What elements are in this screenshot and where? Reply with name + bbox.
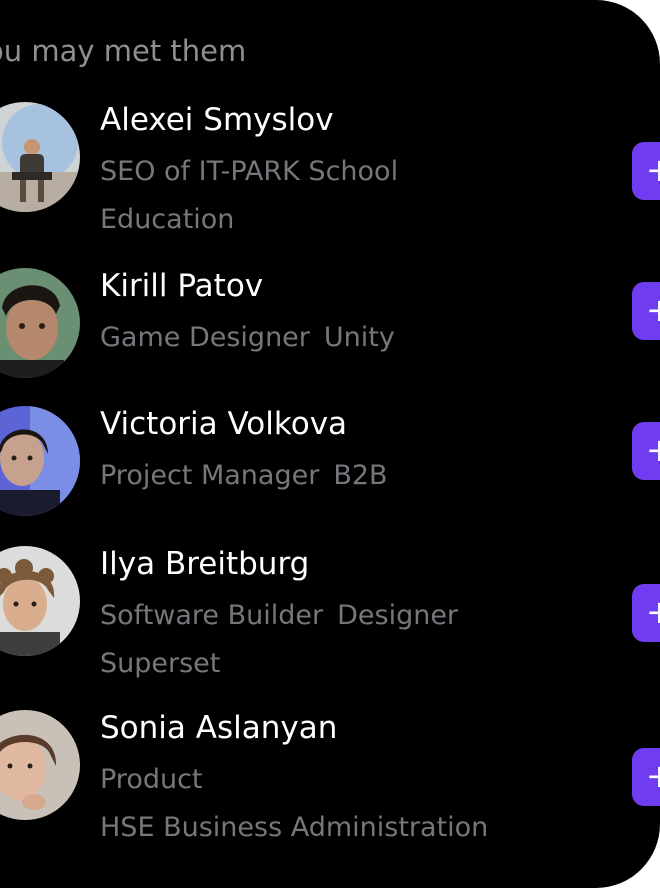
avatar[interactable]	[0, 268, 80, 378]
person-company-tag: Superset	[100, 648, 221, 679]
person-tags: Project Manager B2B	[100, 460, 402, 491]
person-role-tag: Product	[100, 764, 203, 795]
person-name: Alexei Smyslov	[100, 102, 334, 138]
add-contact-button[interactable]: +	[632, 142, 660, 200]
plus-icon: +	[646, 291, 660, 329]
person-skill-tag: Unity	[323, 322, 395, 353]
person-name: Kirill Patov	[100, 268, 264, 304]
person-education-tag: HSE Business Administration	[100, 812, 489, 843]
person-role-tag: Project Manager	[100, 460, 320, 491]
person-skill-tag: Designer	[337, 600, 459, 631]
avatar[interactable]	[0, 406, 80, 516]
section-title: ou may met them	[0, 34, 247, 68]
avatar[interactable]	[0, 710, 80, 820]
person-role-tag: Game Designer	[100, 322, 310, 353]
plus-icon: +	[646, 757, 660, 795]
person-field-tag: B2B	[333, 460, 388, 491]
person-role-tag: Software Builder	[100, 600, 324, 631]
avatar[interactable]	[0, 102, 80, 212]
people-suggestions-screen: ou may met them Alexei Smyslov SEO of IT…	[0, 0, 660, 888]
add-contact-button[interactable]: +	[632, 748, 660, 806]
avatar[interactable]	[0, 546, 80, 656]
person-tags: Game Designer Unity	[100, 322, 409, 353]
add-contact-button[interactable]: +	[632, 282, 660, 340]
plus-icon: +	[646, 151, 660, 189]
add-contact-button[interactable]: +	[632, 584, 660, 642]
person-name: Sonia Aslanyan	[100, 710, 338, 746]
add-contact-button[interactable]: +	[632, 422, 660, 480]
person-field-tag: Education	[100, 204, 235, 235]
person-tags: Software Builder Designer	[100, 600, 472, 631]
plus-icon: +	[646, 431, 660, 469]
person-role-tag: SEO of IT-PARK School	[100, 156, 399, 187]
plus-icon: +	[646, 593, 660, 631]
person-name: Victoria Volkova	[100, 406, 348, 442]
person-name: Ilya Breitburg	[100, 546, 310, 582]
